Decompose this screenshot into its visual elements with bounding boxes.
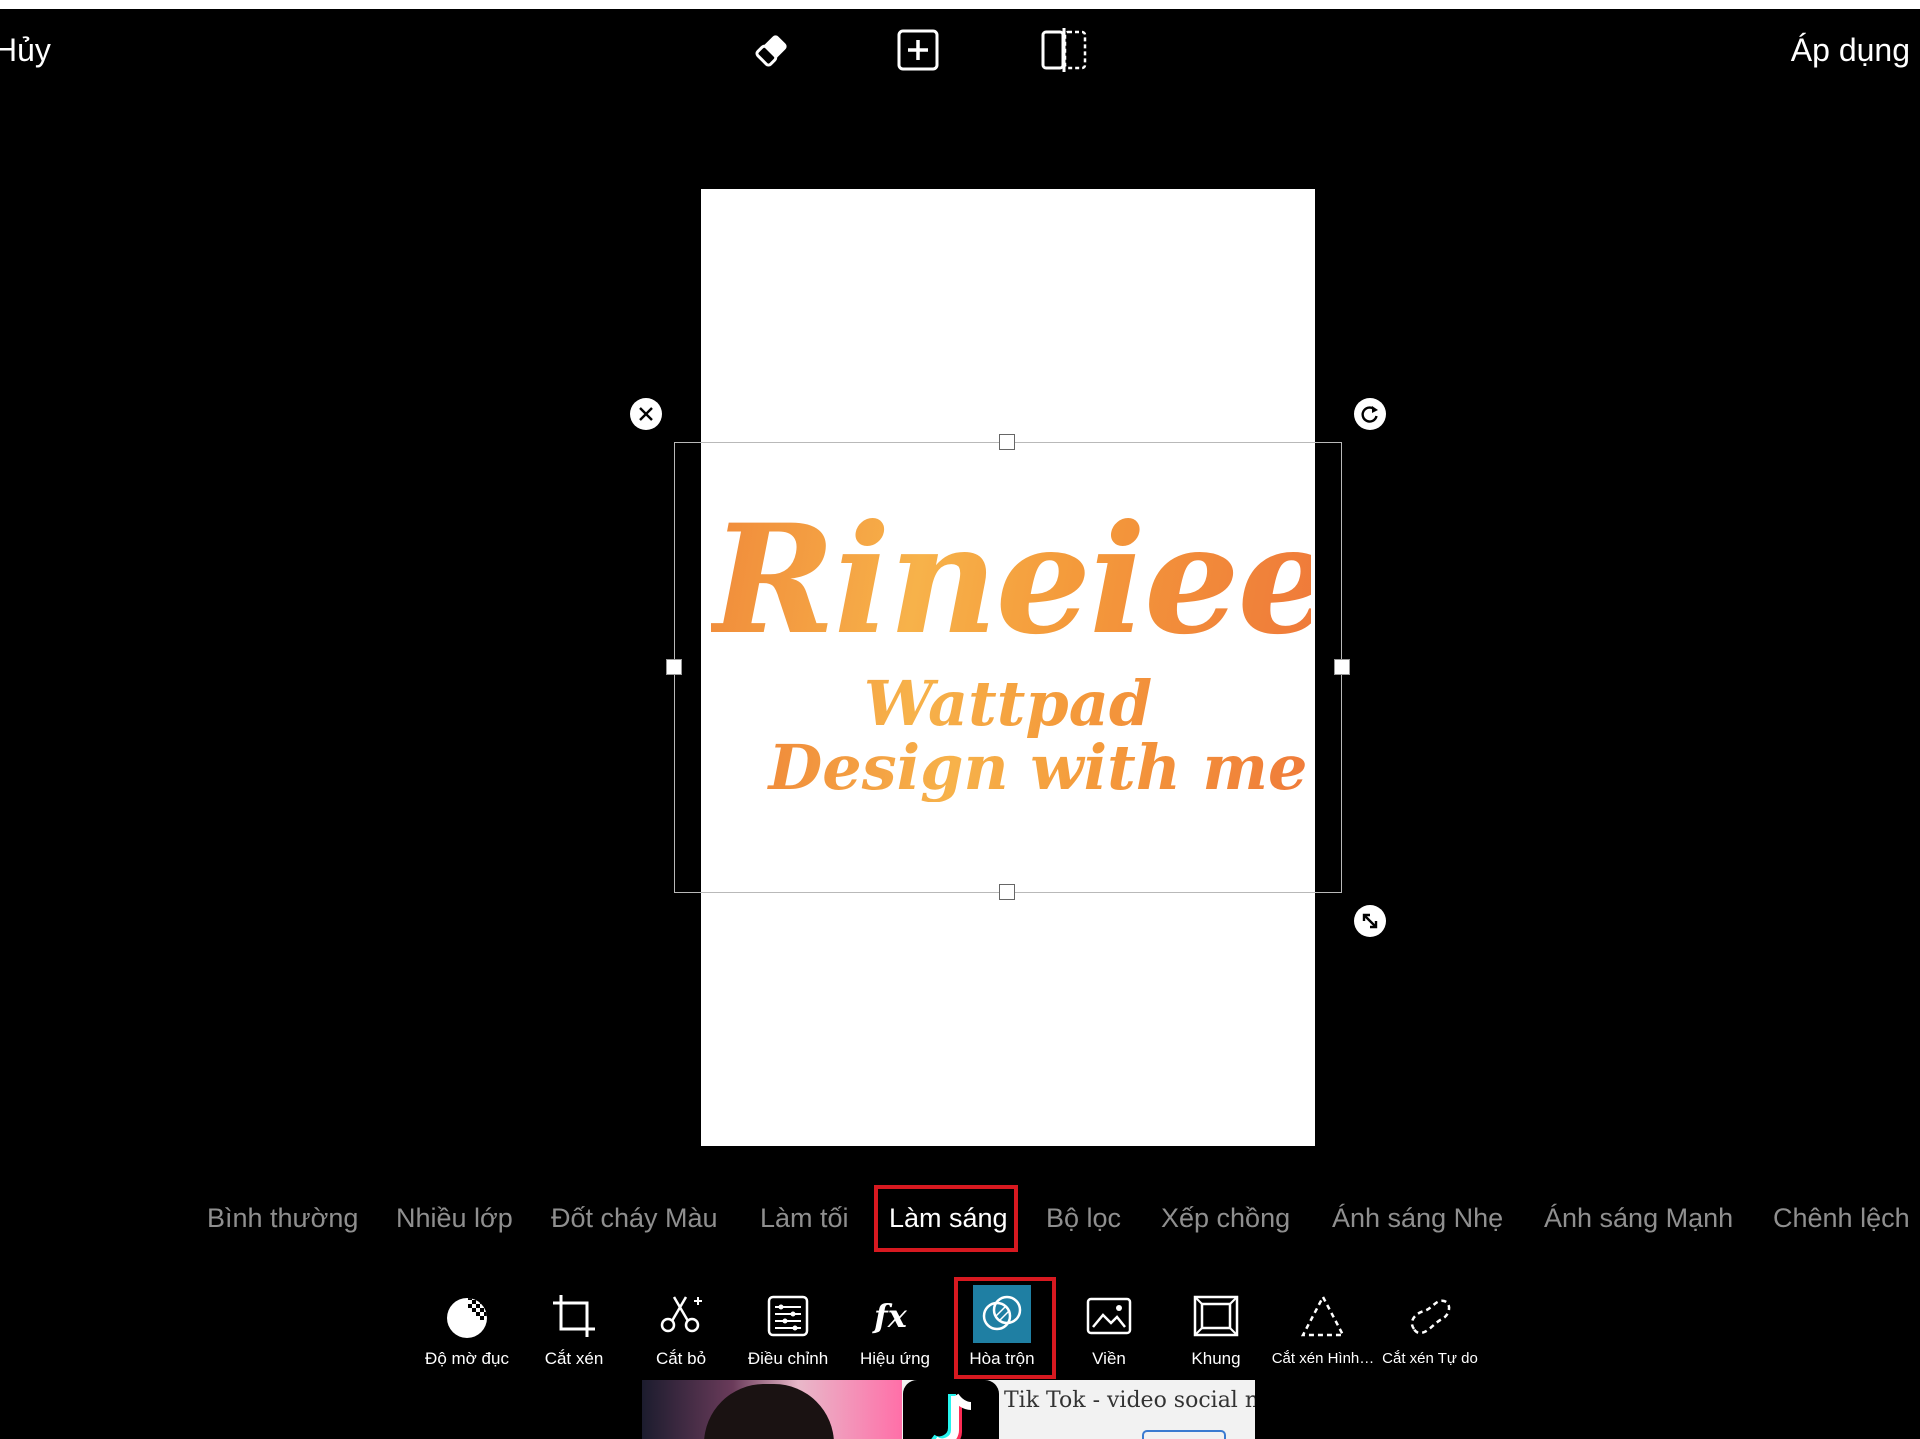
- resize-handle-bottom[interactable]: [999, 884, 1015, 900]
- tool-free-crop[interactable]: Cắt xén Tự do: [1377, 1290, 1483, 1372]
- blend-mode-screen[interactable]: Bộ lọc: [1046, 1197, 1121, 1239]
- blend-mode-hard-light[interactable]: Ánh sáng Mạnh: [1544, 1197, 1733, 1239]
- scissors-icon: [660, 1296, 702, 1333]
- eraser-icon[interactable]: [748, 26, 796, 74]
- tool-label: Cắt xén Tự do: [1382, 1350, 1478, 1367]
- free-crop-icon: [1410, 1299, 1451, 1335]
- ad-title: Tik Tok - video social n…: [1004, 1388, 1255, 1413]
- blend-mode-difference[interactable]: Chênh lệch: [1773, 1197, 1910, 1239]
- tool-adjust[interactable]: Điều chỉnh: [735, 1290, 841, 1372]
- resize-handle-left[interactable]: [666, 659, 682, 675]
- tool-crop[interactable]: Cắt xén: [521, 1290, 627, 1372]
- resize-handle-top[interactable]: [999, 434, 1015, 450]
- frame-icon: [1193, 1295, 1239, 1337]
- blend-mode-soft-light[interactable]: Ánh sáng Nhẹ: [1332, 1197, 1503, 1239]
- tool-label: Điều chỉnh: [747, 1349, 829, 1368]
- border-image-icon: [1086, 1297, 1132, 1335]
- svg-text:fx: fx: [872, 1297, 908, 1335]
- ad-image: [642, 1380, 902, 1439]
- blend-mode-darken[interactable]: Làm tối: [760, 1197, 849, 1239]
- blend-mode-color-burn[interactable]: Đốt cháy Màu: [551, 1197, 718, 1239]
- opacity-icon: [447, 1298, 487, 1338]
- tool-frame[interactable]: Khung: [1163, 1290, 1269, 1372]
- crop-icon: [553, 1295, 595, 1337]
- tool-label: Cắt bỏ: [655, 1349, 707, 1368]
- tool-selected-highlight: [954, 1277, 1056, 1379]
- tool-shape-crop[interactable]: Cắt xén Hình…: [1270, 1290, 1376, 1372]
- ad-banner[interactable]: Tik Tok - video social n…: [642, 1380, 1255, 1439]
- ad-image-figure: [704, 1384, 834, 1439]
- ad-install-button[interactable]: [1142, 1430, 1226, 1439]
- close-icon: [639, 407, 653, 421]
- rotate-icon: [1361, 406, 1378, 423]
- blend-mode-overlay[interactable]: Xếp chồng: [1161, 1197, 1290, 1239]
- rotate-layer-button[interactable]: [1354, 398, 1386, 430]
- scale-layer-button[interactable]: [1354, 905, 1386, 937]
- adjust-icon: [767, 1295, 809, 1337]
- tool-cutout[interactable]: Cắt bỏ: [628, 1290, 734, 1372]
- blend-mode-normal[interactable]: Bình thường: [207, 1197, 358, 1239]
- tool-label: Khung: [1191, 1349, 1241, 1368]
- tool-border[interactable]: Viền: [1056, 1290, 1162, 1372]
- tool-label: Cắt xén Hình…: [1271, 1350, 1375, 1367]
- tool-effects[interactable]: fx Hiệu ứng: [842, 1290, 948, 1372]
- selection-box[interactable]: [674, 442, 1342, 893]
- cancel-button[interactable]: Hủy: [0, 30, 51, 70]
- blend-mode-multiply[interactable]: Nhiều lớp: [396, 1197, 513, 1239]
- compare-icon[interactable]: [1040, 26, 1088, 74]
- tool-label: Viền: [1092, 1349, 1126, 1368]
- tiktok-logo-icon: [903, 1380, 999, 1439]
- tool-opacity[interactable]: Độ mờ đục: [414, 1290, 520, 1372]
- add-layer-icon[interactable]: [894, 26, 942, 74]
- blend-selected-highlight: [874, 1185, 1018, 1252]
- resize-handle-right[interactable]: [1334, 659, 1350, 675]
- delete-layer-button[interactable]: [630, 398, 662, 430]
- tool-label: Hiệu ứng: [860, 1349, 930, 1368]
- shape-crop-icon: [1300, 1294, 1346, 1337]
- tool-label: Cắt xén: [544, 1349, 604, 1368]
- fx-icon: fx: [872, 1297, 908, 1335]
- tool-label: Độ mờ đục: [425, 1349, 509, 1368]
- apply-button[interactable]: Áp dụng: [1791, 30, 1910, 70]
- status-strip: [0, 0, 1920, 9]
- resize-diagonal-icon: [1362, 913, 1378, 929]
